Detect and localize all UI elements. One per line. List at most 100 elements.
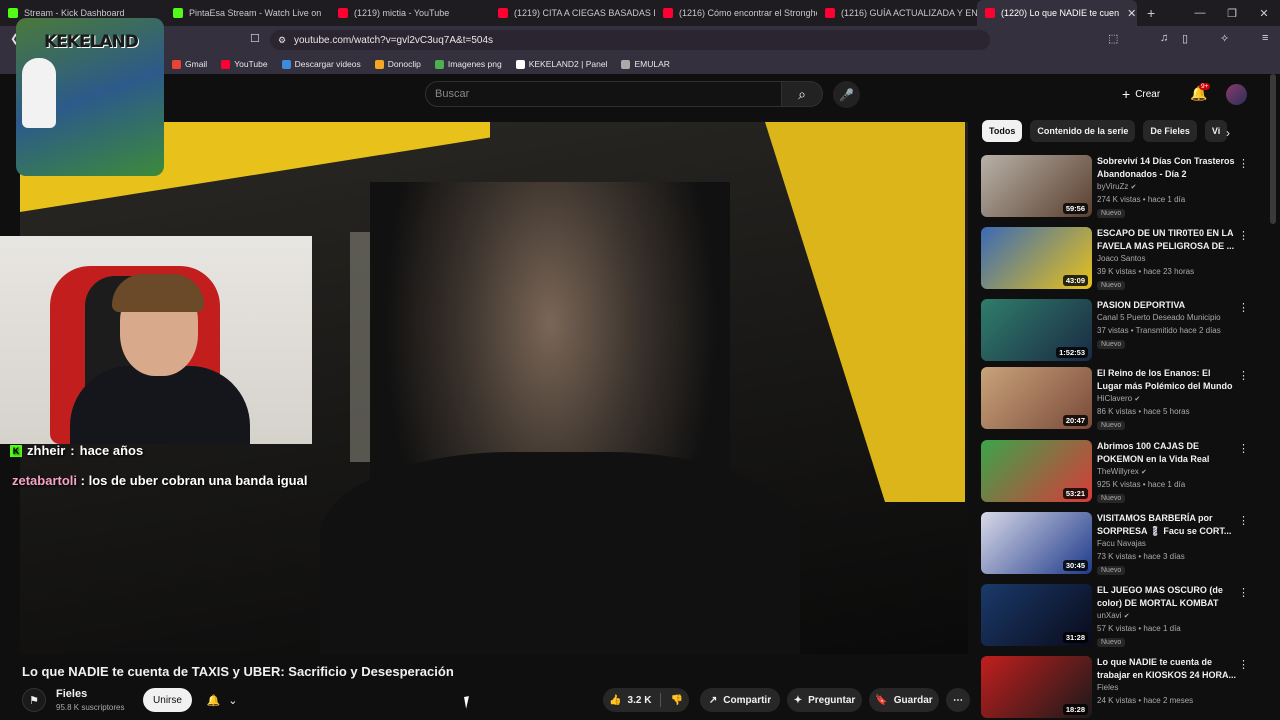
- maximize-button[interactable]: ❐: [1216, 7, 1248, 20]
- bell-icon: 🔔: [206, 694, 221, 707]
- more-options-icon[interactable]: ⋮: [1238, 301, 1249, 314]
- browser-tab-active[interactable]: (1220) Lo que NADIE te cuen ✕: [977, 0, 1137, 26]
- share-button[interactable]: ↗ Compartir: [700, 688, 780, 712]
- close-tab-icon[interactable]: ✕: [1127, 7, 1136, 20]
- ask-button[interactable]: ✦ Preguntar: [787, 688, 862, 712]
- mouse-cursor: [464, 695, 476, 709]
- recommendation-meta: 39 K vistas • hace 23 horas: [1097, 267, 1195, 276]
- browser-tab-5[interactable]: (1216) GUÍA ACTUALIZADA Y EN ESP: [817, 0, 977, 26]
- recommendation-title[interactable]: Sobreviví 14 Días Con Trasteros Abandona…: [1097, 155, 1237, 181]
- thumbs-up-icon: 👍: [609, 694, 622, 706]
- site-info-icon[interactable]: ⚙: [278, 35, 286, 46]
- recommendation-card[interactable]: 20:47 El Reino de los Enanos: El Lugar má…: [981, 367, 1261, 431]
- more-options-icon[interactable]: ⋮: [1238, 586, 1249, 599]
- chip-series[interactable]: Contenido de la serie: [1030, 120, 1136, 142]
- bookmark-imagenes[interactable]: Imagenes png: [434, 59, 502, 69]
- bookmark-emular[interactable]: EMULAR: [621, 59, 670, 69]
- recommendation-title[interactable]: PASION DEPORTIVA: [1097, 299, 1237, 312]
- bookmark-youtube[interactable]: YouTube: [221, 59, 268, 69]
- search-button[interactable]: ⌕: [781, 81, 823, 107]
- minimize-button[interactable]: —: [1184, 7, 1216, 19]
- recommendation-channel: unXavi ✔: [1097, 611, 1130, 620]
- video-thumbnail[interactable]: 30:45: [981, 512, 1092, 574]
- browser-tab-4[interactable]: (1216) Cómo encontrar el Strongholo: [655, 0, 817, 26]
- browser-tab-1[interactable]: PintaEsa Stream - Watch Live on: [165, 0, 330, 26]
- recommendation-channel: byViruZz ✔: [1097, 182, 1137, 191]
- channel-avatar[interactable]: ⚑: [22, 688, 46, 712]
- subscriber-count: 95.8 K suscriptores: [56, 703, 125, 712]
- recommendation-card[interactable]: 59:56 Sobreviví 14 Días Con Trasteros Aba…: [981, 155, 1261, 219]
- recommendation-title[interactable]: VISITAMOS BARBERÍA por SORPRESA 💈 Facu s…: [1097, 512, 1237, 538]
- save-button[interactable]: 🔖 Guardar: [869, 688, 939, 712]
- recommendation-title[interactable]: Lo que NADIE te cuenta de trabajar en KI…: [1097, 656, 1237, 682]
- scrollbar[interactable]: [1270, 74, 1276, 224]
- youtube-header: Buscar ⌕ 🎤 + Crear 🔔 9+: [0, 74, 1280, 118]
- bookmark-gmail[interactable]: Gmail: [172, 59, 207, 69]
- recommendation-channel: TheWillyrex ✔: [1097, 467, 1147, 476]
- recommendation-meta: 274 K vistas • hace 1 día: [1097, 195, 1186, 204]
- chevron-right-icon[interactable]: ›: [1226, 126, 1230, 140]
- recommendation-card[interactable]: 31:28 EL JUEGO MAS OSCURO (de color) DE M…: [981, 584, 1261, 648]
- kick-icon: K: [10, 444, 22, 457]
- recommendation-card[interactable]: 53:21 Abrimos 100 CAJAS DE POKEMON en la …: [981, 440, 1261, 504]
- recommendation-title[interactable]: Abrimos 100 CAJAS DE POKEMON en la Vida …: [1097, 440, 1237, 466]
- recommendation-card[interactable]: 43:09 ESCAPO DE UN TIR0TE0 EN LA FAVELA M…: [981, 227, 1261, 291]
- thumbs-down-icon[interactable]: 👎: [670, 695, 682, 706]
- browser-tab-2[interactable]: (1219) mictia - YouTube: [330, 0, 490, 26]
- download-icon: [281, 59, 291, 69]
- youtube-icon: [825, 8, 835, 18]
- menu-icon[interactable]: ≡: [1262, 32, 1268, 44]
- video-thumbnail[interactable]: 20:47: [981, 367, 1092, 429]
- recommendation-card[interactable]: 30:45 VISITAMOS BARBERÍA por SORPRESA 💈 F…: [981, 512, 1261, 576]
- bookmark-donoclip[interactable]: Donoclip: [374, 59, 421, 69]
- avatar[interactable]: [1226, 84, 1247, 105]
- search-input[interactable]: Buscar: [425, 81, 782, 107]
- more-options-icon[interactable]: ⋮: [1238, 514, 1249, 527]
- browser-tab-3[interactable]: (1219) CITA A CIEGAS BASADAS EN: [490, 0, 655, 26]
- bookmark-kekeland[interactable]: KEKELAND2 | Panel: [515, 59, 607, 69]
- bookmark-descargar[interactable]: Descargar videos: [281, 59, 361, 69]
- video-thumbnail[interactable]: 59:56: [981, 155, 1092, 217]
- new-tab-button[interactable]: +: [1137, 5, 1165, 21]
- chip-all[interactable]: Todos: [982, 120, 1023, 142]
- video-thumbnail[interactable]: 53:21: [981, 440, 1092, 502]
- recommendation-channel: Canal 5 Puerto Deseado Municipio: [1097, 313, 1221, 322]
- chevron-down-icon: ⌄: [228, 694, 238, 707]
- more-actions-button[interactable]: ⋯: [946, 688, 970, 712]
- video-thumbnail[interactable]: 18:28: [981, 656, 1092, 718]
- bookmarks-bar: Gmail YouTube Descargar videos Donoclip …: [0, 54, 1280, 74]
- notification-badge: 9+: [1199, 83, 1211, 90]
- chat-message: K zhheir: hace años: [10, 443, 143, 458]
- recommendation-title[interactable]: ESCAPO DE UN TIR0TE0 EN LA FAVELA MAS PE…: [1097, 227, 1237, 253]
- like-button[interactable]: 👍 3.2 K: [609, 695, 651, 706]
- recommendation-title[interactable]: El Reino de los Enanos: El Lugar más Pol…: [1097, 367, 1237, 393]
- chip-more[interactable]: Vi: [1204, 120, 1228, 142]
- bookmark-icon[interactable]: ☐: [250, 32, 260, 45]
- join-button[interactable]: Unirse: [143, 688, 192, 712]
- channel-name[interactable]: Fieles: [56, 688, 87, 700]
- video-thumbnail[interactable]: 43:09: [981, 227, 1092, 289]
- extensions-icon[interactable]: ⬚: [1108, 32, 1118, 45]
- recommendation-meta: 57 K vistas • hace 1 día: [1097, 624, 1181, 633]
- address-bar-row: ❮ ☐ ⚙ youtube.com/watch?v=gvl2vC3uq7A&t=…: [0, 26, 1280, 54]
- sidebar-icon[interactable]: ▯: [1182, 32, 1188, 45]
- create-button[interactable]: + Crear: [1122, 81, 1160, 107]
- subscription-bell-button[interactable]: 🔔 ⌄: [198, 688, 246, 712]
- recommendation-card[interactable]: 1:52:53 PASION DEPORTIVA Canal 5 Puerto De…: [981, 299, 1261, 363]
- video-thumbnail[interactable]: 1:52:53: [981, 299, 1092, 361]
- more-options-icon[interactable]: ⋮: [1238, 229, 1249, 242]
- video-thumbnail[interactable]: 31:28: [981, 584, 1092, 646]
- recommendation-card[interactable]: 18:28 Lo que NADIE te cuenta de trabajar …: [981, 656, 1261, 720]
- url-field[interactable]: ⚙ youtube.com/watch?v=gvl2vC3uq7A&t=504s: [270, 30, 990, 50]
- verified-icon: ✔: [1141, 469, 1147, 476]
- recommendation-title[interactable]: EL JUEGO MAS OSCURO (de color) DE MORTAL…: [1097, 584, 1237, 610]
- ai-icon[interactable]: ✧: [1220, 32, 1229, 45]
- chip-channel[interactable]: De Fieles: [1143, 120, 1197, 142]
- music-icon[interactable]: ♫: [1160, 32, 1168, 44]
- voice-search-button[interactable]: 🎤: [833, 81, 860, 108]
- more-options-icon[interactable]: ⋮: [1238, 442, 1249, 455]
- more-options-icon[interactable]: ⋮: [1238, 369, 1249, 382]
- more-options-icon[interactable]: ⋮: [1238, 157, 1249, 170]
- close-window-button[interactable]: ✕: [1248, 7, 1280, 20]
- more-options-icon[interactable]: ⋮: [1238, 658, 1249, 671]
